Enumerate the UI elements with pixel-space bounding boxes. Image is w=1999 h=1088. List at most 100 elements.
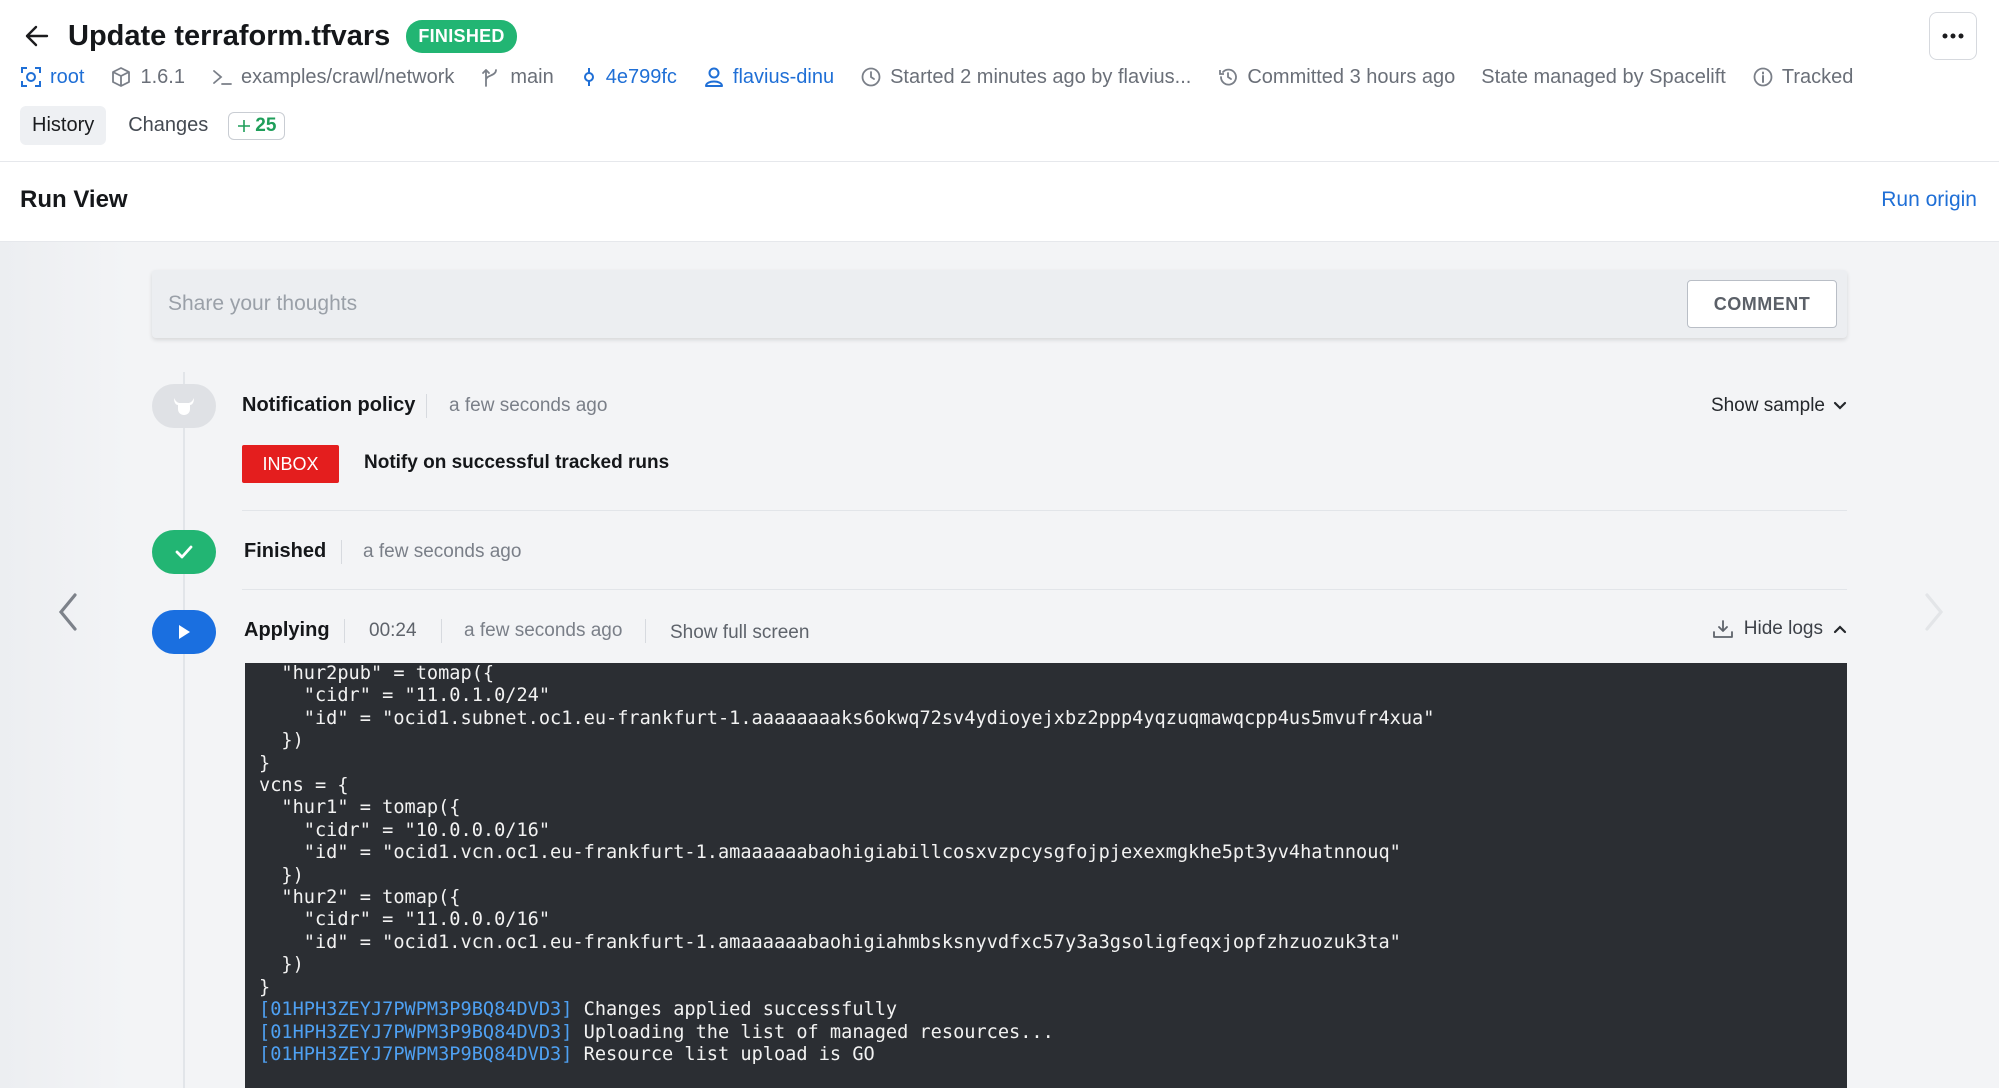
run-view-bar: Run View Run origin	[0, 162, 1999, 242]
started-info: Started 2 minutes ago by flavius...	[860, 66, 1191, 89]
log-status-text: Resource list upload is GO	[583, 1043, 875, 1065]
tab-history[interactable]: History	[20, 106, 107, 145]
tab-changes[interactable]: Changes	[116, 106, 220, 145]
arrow-left-icon	[25, 25, 49, 47]
target-icon	[21, 67, 41, 87]
log-line: "id" = "ocid1.subnet.oc1.eu-frankfurt-1.…	[259, 707, 1435, 729]
log-line: "id" = "ocid1.vcn.oc1.eu-frankfurt-1.ama…	[259, 931, 1401, 953]
divider	[441, 619, 442, 643]
log-status-text: Changes applied successfully	[583, 999, 898, 1021]
log-line: })	[259, 730, 304, 752]
notification-step-time: a few seconds ago	[449, 395, 608, 416]
hide-logs-button[interactable]: Hide logs	[1712, 618, 1847, 640]
user-label: flavius-dinu	[732, 65, 835, 88]
more-options-button[interactable]	[1929, 12, 1977, 60]
status-badge: FINISHED	[406, 19, 517, 53]
log-line: "cidr" = "11.0.0.0/16"	[259, 909, 551, 931]
log-line: }	[259, 752, 271, 774]
chevron-right-icon	[1925, 593, 1944, 631]
log-line: vcns = {	[259, 775, 349, 797]
comment-input[interactable]	[168, 282, 1648, 326]
notification-step-title: Notification policy	[242, 394, 416, 416]
page-title: Update terraform.tfvars	[68, 19, 391, 52]
info-icon	[1753, 67, 1773, 87]
applying-step-title: Applying	[244, 619, 330, 641]
log-line: "cidr" = "11.0.1.0/24"	[259, 685, 551, 707]
divider	[341, 540, 342, 564]
run-origin-link[interactable]: Run origin	[1881, 188, 1977, 212]
run-view-main: COMMENT Notification policy a few second…	[0, 242, 1999, 1088]
bull-icon	[174, 398, 194, 415]
project-path: examples/crawl/network	[211, 66, 454, 89]
version-label: 1.6.1	[140, 65, 185, 88]
title-row: Update terraform.tfvars FINISHED	[22, 14, 517, 58]
log-status-line: [01HPH3ZEYJ7PWPM3P9BQ84DVD3] Resource li…	[259, 1044, 1833, 1066]
finished-step-time: a few seconds ago	[363, 541, 522, 562]
plus-icon	[238, 119, 251, 132]
log-status-line: [01HPH3ZEYJ7PWPM3P9BQ84DVD3] Uploading t…	[259, 1022, 1833, 1044]
run-header: Update terraform.tfvars FINISHED root 1.…	[0, 0, 1999, 162]
timeline-line	[183, 372, 185, 1088]
divider	[426, 394, 427, 418]
run-id-prefix: [01HPH3ZEYJ7PWPM3P9BQ84DVD3]	[259, 1021, 573, 1043]
space-label: root	[50, 65, 85, 88]
applying-step-time: a few seconds ago	[464, 620, 623, 641]
changes-count: 25	[255, 114, 277, 136]
started-label: Started 2 minutes ago by flavius...	[890, 65, 1192, 88]
run-meta: root 1.6.1 examples/crawl/network main 4…	[20, 62, 1853, 92]
version-info: 1.6.1	[110, 65, 185, 89]
left-panel-fade	[0, 242, 130, 1088]
comment-button[interactable]: COMMENT	[1687, 280, 1837, 328]
log-status-text: Uploading the list of managed resources.…	[583, 1021, 1054, 1043]
user-link[interactable]: flavius-dinu	[703, 66, 834, 89]
applying-duration: 00:24	[369, 620, 417, 641]
path-label: examples/crawl/network	[240, 65, 455, 88]
play-icon	[179, 625, 190, 639]
history-icon	[1219, 68, 1238, 86]
divider	[344, 619, 345, 643]
space-link[interactable]: root	[20, 66, 84, 89]
notification-step-icon	[152, 384, 216, 428]
tracked-label: Tracked	[1781, 65, 1854, 88]
log-line: "id" = "ocid1.vcn.oc1.eu-frankfurt-1.ama…	[259, 842, 1401, 864]
branch-icon	[482, 69, 498, 87]
chevron-down-icon	[1833, 401, 1847, 410]
run-id-prefix: [01HPH3ZEYJ7PWPM3P9BQ84DVD3]	[259, 1043, 573, 1065]
log-line: })	[259, 864, 304, 886]
inbox-badge: INBOX	[242, 445, 339, 483]
log-line: "cidr" = "10.0.0.0/16"	[259, 819, 551, 841]
state-info: State managed by Spacelift	[1481, 66, 1726, 89]
step-divider	[242, 510, 1847, 511]
cube-icon	[112, 67, 131, 87]
log-status-line: [01HPH3ZEYJ7PWPM3P9BQ84DVD3] Changes app…	[259, 999, 1833, 1021]
next-run-button[interactable]	[1914, 582, 1954, 642]
run-view-title: Run View	[20, 186, 128, 213]
log-output[interactable]: "hur2pub" = tomap({ "cidr" = "11.0.1.0/2…	[245, 663, 1847, 1088]
log-line: "hur2pub" = tomap({	[259, 663, 495, 684]
finished-step-title: Finished	[244, 540, 327, 562]
tabs: History Changes 25	[20, 106, 286, 145]
previous-run-button[interactable]	[48, 582, 88, 642]
ellipsis-icon	[1942, 33, 1964, 39]
branch-label: main	[510, 65, 554, 88]
log-line: "hur1" = tomap({	[259, 797, 461, 819]
check-icon	[175, 545, 193, 559]
back-button[interactable]	[22, 21, 52, 51]
commit-label: 4e799fc	[605, 65, 677, 88]
clock-icon	[861, 67, 881, 87]
show-sample-button[interactable]: Show sample	[1711, 395, 1847, 417]
policy-message: Notify on successful tracked runs	[364, 452, 670, 473]
log-line: "hur2" = tomap({	[259, 887, 461, 909]
chevron-left-icon	[58, 593, 77, 631]
changes-count-badge: 25	[228, 111, 286, 140]
terminal-icon	[213, 70, 232, 85]
run-id-prefix: [01HPH3ZEYJ7PWPM3P9BQ84DVD3]	[259, 999, 573, 1021]
commit-link[interactable]: 4e799fc	[580, 66, 677, 89]
log-line: })	[259, 954, 304, 976]
applying-step-icon	[152, 610, 216, 654]
step-divider	[242, 589, 1847, 590]
download-icon	[1712, 620, 1733, 638]
log-line: }	[259, 976, 271, 998]
show-full-screen-button[interactable]: Show full screen	[670, 622, 809, 644]
committed-info: Committed 3 hours ago	[1217, 66, 1455, 89]
